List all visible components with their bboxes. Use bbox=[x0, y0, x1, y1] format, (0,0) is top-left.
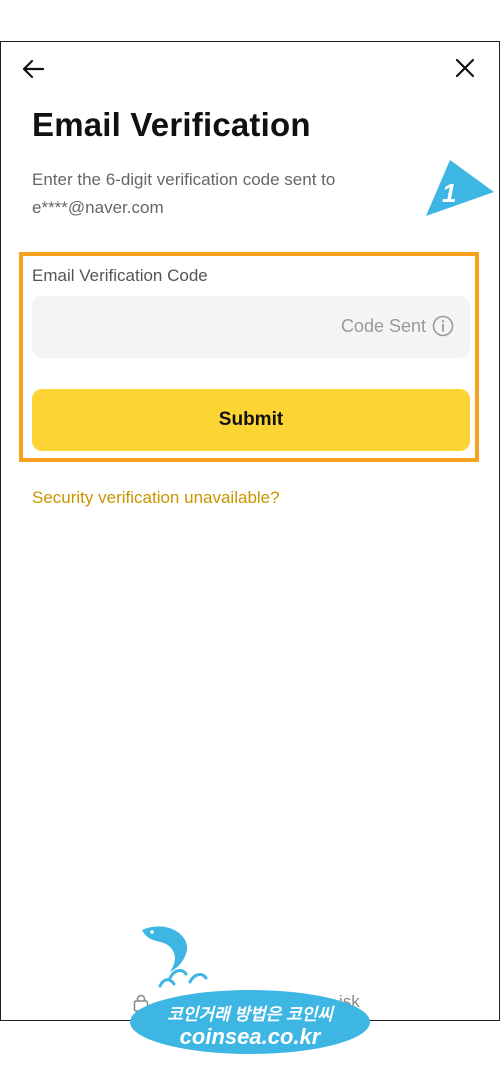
verification-code-field: Code Sent bbox=[32, 296, 470, 360]
security-verification-unavailable-link[interactable]: Security verification unavailable? bbox=[32, 488, 280, 508]
verification-code-label: Email Verification Code bbox=[32, 266, 208, 285]
step-number: 1 bbox=[442, 178, 457, 208]
page-subtitle: Enter the 6-digit verification code sent… bbox=[32, 170, 336, 217]
arrow-left-icon[interactable] bbox=[21, 56, 47, 82]
verification-code-input[interactable] bbox=[46, 296, 300, 360]
page-title: Email Verification bbox=[32, 106, 311, 143]
submit-button[interactable]: Submit bbox=[32, 389, 470, 451]
code-sent-button[interactable]: Code Sent bbox=[341, 316, 426, 337]
step-marker-icon bbox=[426, 160, 494, 216]
watermark-line2: coinsea.co.kr bbox=[179, 1024, 321, 1049]
info-icon[interactable] bbox=[432, 315, 454, 337]
watermark-line1: 코인거래 방법은 코인씨 bbox=[167, 1005, 333, 1024]
close-icon[interactable] bbox=[453, 56, 477, 80]
